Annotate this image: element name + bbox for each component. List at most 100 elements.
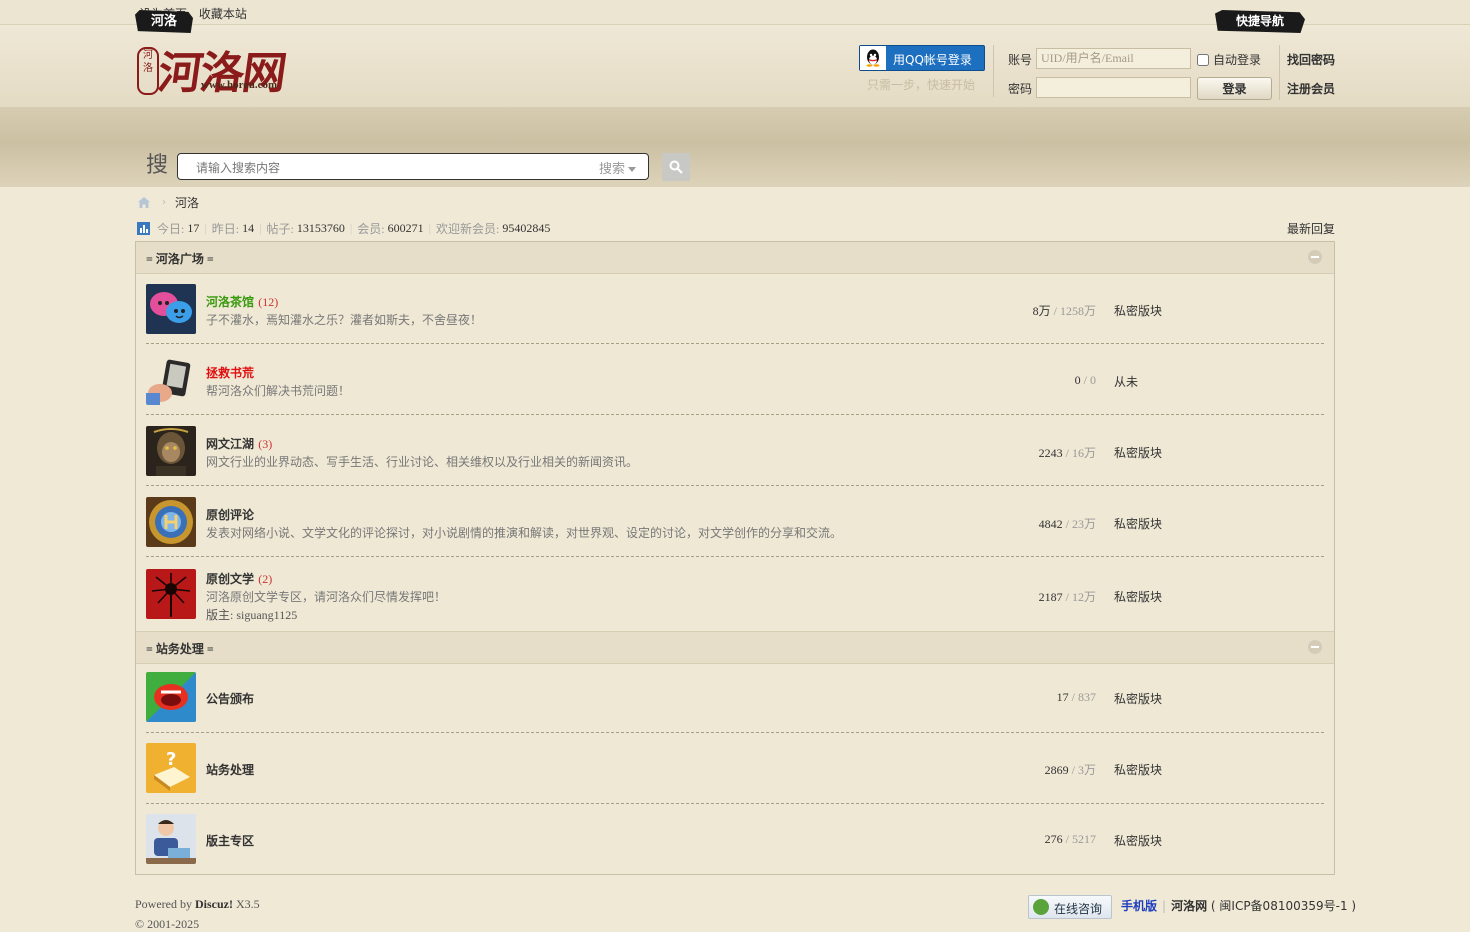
search-button[interactable] <box>662 153 690 181</box>
chat-bubbles-icon[interactable] <box>146 284 196 334</box>
category-title[interactable]: = 河洛广场 = <box>146 250 214 267</box>
forum-stats: 0 / 0 <box>1074 373 1096 387</box>
forum-last-post: 私密版块 <box>1114 834 1163 848</box>
login-button[interactable]: 登录 <box>1197 77 1272 100</box>
password-input[interactable] <box>1036 77 1191 98</box>
red-spider-lily-icon[interactable] <box>146 569 196 619</box>
search-type-label: 搜索 <box>599 162 626 177</box>
forum-last-post: 私密版块 <box>1114 517 1163 531</box>
breadcrumb-current[interactable]: 河洛 <box>175 194 199 211</box>
stat-posts-label: 帖子: <box>266 222 294 236</box>
stat-today-label: 今日: <box>157 222 185 236</box>
forum-stats: 2243 / 16万 <box>1038 446 1096 460</box>
forum-desc: 网文行业的业界动态、写手生活、行业讨论、相关维权以及行业相关的新闻资讯。 <box>206 455 639 469</box>
forum-desc: 帮河洛众们解决书荒问题！ <box>206 384 351 398</box>
forum-stats: 276 / 5217 <box>1044 832 1096 846</box>
svg-text:?: ? <box>166 749 176 770</box>
category-title[interactable]: = 站务处理 = <box>146 640 214 657</box>
forum-stats: 今日: 17 | 昨日: 14 | 帖子: 13153760 | 会员: 600… <box>137 220 550 237</box>
site-logo[interactable]: 河洛 河洛网 www.horou.com <box>137 37 302 101</box>
hearth-emblem-icon[interactable] <box>146 497 196 547</box>
forum-last-post: 从未 <box>1114 375 1139 389</box>
auto-login-checkbox[interactable]: 自动登录 <box>1197 51 1261 68</box>
divider <box>993 45 994 97</box>
stat-members-label: 会员: <box>357 222 385 236</box>
mobile-version-link[interactable]: 手机版 <box>1121 899 1157 913</box>
megaphone-mouth-icon[interactable] <box>146 672 196 722</box>
forum-last-post: 私密版块 <box>1114 304 1163 318</box>
logo-url: www.horou.com <box>201 79 278 91</box>
home-icon[interactable] <box>137 196 151 209</box>
forum-name[interactable]: 原创文学 (2) <box>206 570 272 587</box>
forum-desc: 发表对网络小说、文学文化的评论探讨，对小说剧情的推演和解读，对世界观、设定的讨论… <box>206 526 843 540</box>
forum-row: 拯救书荒 帮河洛众们解决书荒问题！ 0 / 0 从未 <box>146 344 1324 415</box>
category-header: = 河洛广场 = <box>136 242 1334 274</box>
online-consult-label: 在线咨询 <box>1054 902 1103 916</box>
latest-replies-link[interactable]: 最新回复 <box>1287 220 1335 237</box>
chevron-down-icon <box>628 167 637 172</box>
forum-name[interactable]: 站务处理 <box>206 761 254 778</box>
search-input[interactable] <box>194 158 578 178</box>
forum-name[interactable]: 网文江湖 (3) <box>206 435 272 452</box>
register-link[interactable]: 注册会员 <box>1287 80 1335 97</box>
quick-nav-button[interactable]: 快捷导航 <box>1215 10 1305 33</box>
password-label: 密码 <box>1008 82 1033 96</box>
forum-row: 河洛茶馆 (12) 子不灌水，焉知灌水之乐？灌者如斯夫，不舍昼夜！ 8万 / 1… <box>146 273 1324 344</box>
forum-name[interactable]: 拯救书荒 <box>206 364 254 381</box>
footer-copyright: © 2001-2025 <box>135 917 200 931</box>
icp-link[interactable]: ( 闽ICP备08100359号-1 ) <box>1211 899 1356 913</box>
search-box: 搜索 <box>177 153 649 180</box>
search-icon <box>669 160 683 174</box>
collapse-icon[interactable] <box>1308 250 1322 264</box>
ebook-reader-icon[interactable] <box>146 355 196 405</box>
divider <box>1279 45 1280 100</box>
stat-yesterday-value: 14 <box>242 221 255 235</box>
forum-stats: 4842 / 23万 <box>1038 517 1096 531</box>
qq-login-button[interactable]: 用QQ帐号登录 <box>859 45 985 71</box>
account-label: 账号 <box>1008 53 1033 67</box>
forum-row: 原创文学 (2) 河洛原创文学专区，请河洛众们尽情发挥吧！ 版主: siguan… <box>146 557 1324 631</box>
forum-board: = 河洛广场 = 河洛茶馆 (12) 子不灌水，焉知灌水之乐？灌者如斯夫，不舍昼… <box>135 241 1335 875</box>
forum-row: 公告颁布 17 / 837 私密版块 <box>146 662 1324 733</box>
category-header: = 站务处理 = <box>136 631 1334 664</box>
forum-row: 版主专区 276 / 5217 私密版块 <box>146 804 1324 874</box>
forum-moderator[interactable]: 版主: siguang1125 <box>206 606 297 623</box>
auto-login-check[interactable] <box>1197 53 1209 66</box>
bookmark-link[interactable]: 收藏本站 <box>199 7 247 21</box>
monkey-warrior-icon[interactable] <box>146 426 196 476</box>
footer-powered: Powered by Discuz! X3.5 <box>135 897 260 911</box>
forum-stats: 2187 / 12万 <box>1038 590 1096 604</box>
forum-name[interactable]: 公告颁布 <box>206 690 254 707</box>
forum-last-post: 私密版块 <box>1114 692 1163 706</box>
find-password-link[interactable]: 找回密码 <box>1287 51 1335 68</box>
collapse-icon[interactable] <box>1308 640 1322 654</box>
discuz-link[interactable]: Discuz! <box>195 897 233 911</box>
forum-last-post: 私密版块 <box>1114 446 1163 460</box>
search-type-dropdown[interactable]: 搜索 <box>599 158 637 177</box>
forum-desc: 子不灌水，焉知灌水之乐？灌者如斯夫，不舍昼夜！ <box>206 313 483 327</box>
forum-name[interactable]: 版主专区 <box>206 832 254 849</box>
auto-login-label: 自动登录 <box>1213 53 1262 67</box>
account-input[interactable] <box>1036 48 1191 69</box>
search-char-icon: 搜 <box>145 153 168 178</box>
online-consult-button[interactable]: 在线咨询 <box>1028 895 1112 919</box>
forum-stats: 2869 / 3万 <box>1044 763 1096 777</box>
forum-row: 网文江湖 (3) 网文行业的业界动态、写手生活、行业讨论、相关维权以及行业相关的… <box>146 415 1324 486</box>
qq-login-hint: 只需一步，快速开始 <box>867 78 976 92</box>
forum-name[interactable]: 原创评论 <box>206 506 254 523</box>
forum-last-post: 私密版块 <box>1114 763 1163 777</box>
logo-text: 河洛网 <box>154 48 288 99</box>
forum-name[interactable]: 河洛茶馆 (12) <box>206 293 278 310</box>
footer-links: 手机版 | 河洛网 ( 闽ICP备08100359号-1 ) <box>1121 899 1357 913</box>
nav-tab-heluo[interactable]: 河洛 <box>135 10 193 33</box>
stat-newest-member[interactable]: 95402845 <box>502 221 550 236</box>
forum-row: ? 站务处理 2869 / 3万 私密版块 <box>146 733 1324 804</box>
person-reading-icon[interactable] <box>146 814 196 864</box>
stats-chart-icon <box>137 222 150 235</box>
forum-last-post: 私密版块 <box>1114 590 1163 604</box>
stat-newest-label: 欢迎新会员: <box>436 222 500 236</box>
stat-members-value: 600271 <box>387 221 424 235</box>
site-name-link[interactable]: 河洛网 <box>1171 899 1207 913</box>
qq-login-label: 用QQ帐号登录 <box>893 53 972 67</box>
question-book-icon[interactable]: ? <box>146 743 196 793</box>
